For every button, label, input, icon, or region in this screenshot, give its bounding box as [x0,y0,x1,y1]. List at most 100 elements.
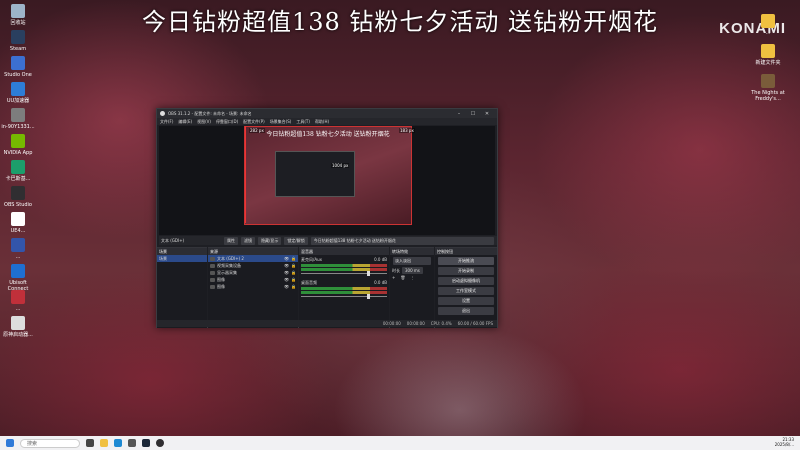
desktop-shortcut[interactable]: UU加速器 [0,82,36,104]
steam-taskbar-icon[interactable] [142,439,150,447]
lock-icon[interactable]: 🔒 [291,263,296,268]
properties-button[interactable]: 属性 [224,236,238,245]
lock-icon[interactable]: 🔒 [291,270,296,275]
desktop-shortcut-label: ... [15,306,21,312]
track-name: 麦克风/Aux [301,257,322,262]
source-label: 文本 (GDI+) 2 [217,255,244,261]
desktop-shortcut[interactable]: 原神启动器... [0,316,36,338]
desktop-shortcut[interactable]: UE4... [0,212,36,234]
desktop-shortcut[interactable]: OBS Studio [0,186,36,208]
desktop-shortcut[interactable]: The Nights at Freddy's... [750,74,786,102]
task-view-icon[interactable] [86,439,94,447]
source-label: 图像 [217,283,225,289]
taskbar: 搜索 21:33 2025/8/... [0,436,800,450]
desktop-shortcut[interactable]: Steam [0,30,36,52]
menu-edit[interactable]: 编辑(E) [178,119,192,125]
source-item[interactable]: 文本 (GDI+) 2 👁 🔒 [208,255,298,262]
desktop-shortcut-label: The Nights at Freddy's... [751,90,785,102]
desktop-shortcut-label: 卡巴斯基... [5,176,31,182]
desktop-wallpaper: 今日钻粉超值138 钻粉七夕活动 送钻粉开烟花 KONAMI 回收站 Steam S… [0,0,800,450]
lock-icon[interactable]: 🔒 [291,284,296,289]
preview-area[interactable]: 今日钻粉超值138 钻粉七夕活动 送钻粉开烟花 282 px 183 px 10… [159,126,495,235]
edge-icon[interactable] [114,439,122,447]
toggle-lock-button[interactable]: 锁定/解锁 [284,236,308,245]
start-virtual-camera-button[interactable]: 启动虚拟摄像机 [438,277,494,285]
taskbar-search[interactable]: 搜索 [20,438,80,448]
lock-icon[interactable]: 🔒 [291,277,296,282]
eye-icon[interactable]: 👁 [284,277,289,282]
remove-transition-icon[interactable]: 🗑 [400,275,405,280]
source-item[interactable]: 图像 👁 🔒 [208,283,298,290]
obs-menubar: 文件(F) 编辑(E) 视图(V) 停靠窗口(D) 配置文件(P) 场景集合(S… [157,118,497,125]
exit-button[interactable]: 退出 [438,307,494,315]
transition-menu-icon[interactable]: ⋮ [410,275,414,280]
transition-duration-row: 时长 300 ms [390,267,434,274]
desktop-shortcut[interactable]: NVIDIA App [0,134,36,156]
source-label: 显示器采集 [217,269,237,275]
volume-meter [301,291,387,294]
lock-icon[interactable]: 🔒 [291,256,296,261]
menu-view[interactable]: 视图(V) [197,119,211,125]
text-source-icon [210,256,215,261]
volume-slider[interactable] [301,271,387,276]
menu-file[interactable]: 文件(F) [160,119,173,125]
menu-tools[interactable]: 工具(T) [296,119,310,125]
menu-help[interactable]: 帮助(H) [315,119,329,125]
fps-readout: 60.00 / 60.00 FPS [457,321,493,326]
desktop-shortcut[interactable]: Studio One [0,56,36,78]
desktop-shortcut-label: 原神启动器... [3,332,33,338]
desktop-shortcut[interactable]: in-90Y1331... [0,108,36,130]
desktop-shortcut[interactable]: ... [0,238,36,260]
volume-slider[interactable] [301,294,387,299]
sources-header: 来源 [208,248,298,255]
transition-select[interactable]: 淡入淡出 [393,257,431,265]
system-tray-clock[interactable]: 21:33 2025/8/... [775,437,794,447]
menu-docks[interactable]: 停靠窗口(D) [216,119,238,125]
studio-mode-button[interactable]: 工作室模式 [438,287,494,295]
menu-scene-collection[interactable]: 场景集合(S) [270,119,292,125]
source-item[interactable]: 视频采集设备 👁 🔒 [208,262,298,269]
obs-statusbar: 00:00:00 00:00:00 CPU: 0.4% 60.00 / 60.0… [157,320,497,327]
eye-icon[interactable]: 👁 [284,270,289,275]
start-streaming-button[interactable]: 开始推流 [438,257,494,265]
obs-titlebar[interactable]: OBS 31.1.2 - 配置文件: 未命名 - 场景: 未命名 – ☐ ✕ [157,109,497,118]
maximize-icon[interactable]: ☐ [466,111,480,117]
desktop-shortcut[interactable]: ... [750,14,786,36]
eye-icon[interactable]: 👁 [284,284,289,289]
duration-field[interactable]: 300 ms [402,267,423,274]
eye-icon[interactable]: 👁 [284,263,289,268]
filters-button[interactable]: 滤镜 [241,236,255,245]
start-recording-button[interactable]: 开始录制 [438,267,494,275]
menu-profile[interactable]: 配置文件(P) [243,119,265,125]
recycle-bin-icon [11,4,25,18]
desktop-shortcut[interactable]: 新建文件夹 [750,44,786,66]
file-explorer-icon[interactable] [100,439,108,447]
desktop-shortcut-label: Studio One [4,72,32,78]
source-item[interactable]: 图像 👁 🔒 [208,276,298,283]
preview-canvas[interactable]: 今日钻粉超值138 钻粉七夕活动 送钻粉开烟花 [244,126,412,225]
toggle-visibility-button[interactable]: 隐藏/显示 [258,236,282,245]
nvidia-icon [11,134,25,148]
obs-taskbar-icon[interactable] [156,439,164,447]
windows-start-icon[interactable] [6,439,14,447]
source-item[interactable]: 显示器采集 👁 🔒 [208,269,298,276]
desktop-shortcut[interactable]: ... [0,290,36,312]
text-source-field[interactable]: 今日钻粉超值138 钻粉七夕活动 送钻粉开烟花 [310,236,494,245]
settings-button[interactable]: 设置 [438,297,494,305]
desktop-shortcut-label: UE4... [10,228,26,234]
obs-window[interactable]: OBS 31.1.2 - 配置文件: 未命名 - 场景: 未命名 – ☐ ✕ 文… [156,108,498,328]
mixer-track: 桌面音频 0.0 dB [299,276,389,286]
scene-item[interactable]: 场景 [157,255,207,262]
desktop-shortcut[interactable]: Ubisoft Connect [0,264,36,292]
scenes-dock: 场景 场景 + 🗑 ∧ ∨ [157,247,207,328]
desktop-shortcut[interactable]: 卡巴斯基... [0,160,36,182]
eye-icon[interactable]: 👁 [284,256,289,261]
minimize-icon[interactable]: – [452,111,466,117]
store-icon[interactable] [128,439,136,447]
volume-meter [301,268,387,271]
uu-icon [11,82,25,96]
close-icon[interactable]: ✕ [480,111,494,117]
add-transition-icon[interactable]: + [392,275,395,280]
camera-source-icon [210,263,215,268]
desktop-shortcut[interactable]: 回收站 [0,4,36,26]
